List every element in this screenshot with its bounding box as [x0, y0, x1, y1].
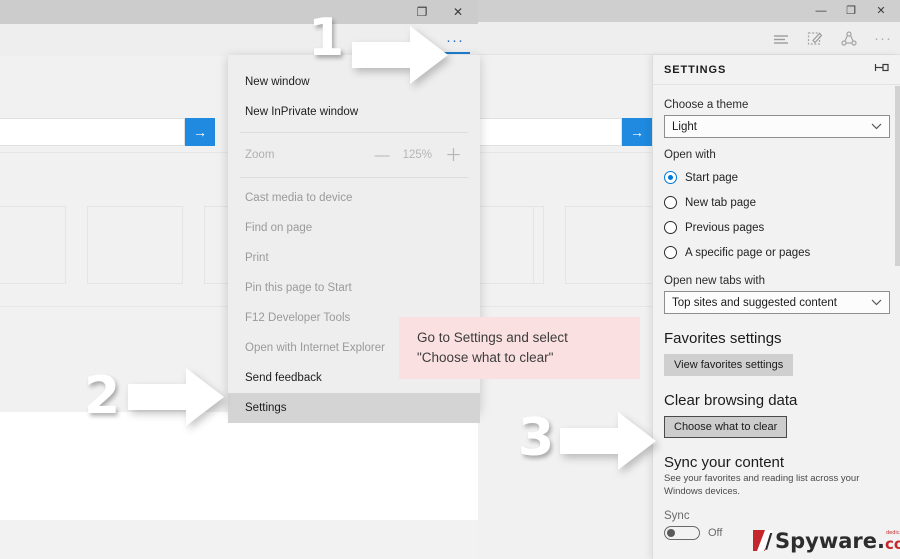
front-search-input[interactable]: [0, 118, 185, 146]
zoom-in-button[interactable]: ＋: [445, 147, 462, 164]
callout-line-1: Go to Settings and select: [417, 330, 568, 346]
sync-toggle-label: Sync: [664, 509, 690, 522]
radio-new-tab-page[interactable]: New tab page: [664, 190, 889, 215]
reading-view-icon[interactable]: [770, 28, 792, 50]
screenshot-root: — ❐ ✕ ··· → SETTINGS Choose a theme Ligh…: [0, 0, 900, 559]
menu-item-print[interactable]: Print: [228, 243, 480, 273]
radio-label: New tab page: [685, 196, 756, 209]
web-note-icon[interactable]: [804, 28, 826, 50]
step-arrow-3: [560, 410, 658, 472]
tile-placeholder[interactable]: [0, 206, 66, 284]
close-button[interactable]: ✕: [866, 0, 896, 22]
menu-separator: [240, 177, 468, 178]
back-window-controls: — ❐ ✕: [806, 0, 896, 22]
radio-label: Previous pages: [685, 221, 765, 234]
menu-separator: [240, 132, 468, 133]
restore-button[interactable]: ❐: [836, 0, 866, 22]
close-button[interactable]: ✕: [440, 0, 476, 24]
radio-indicator: [664, 196, 677, 209]
open-with-label: Open with: [664, 149, 716, 161]
more-icon[interactable]: ···: [872, 28, 894, 50]
step-marker-1: 1: [308, 8, 345, 68]
radio-indicator: [664, 221, 677, 234]
step-marker-3: 3: [518, 408, 555, 468]
svg-text:/: /: [765, 529, 773, 553]
zoom-controls: — 125% ＋: [375, 147, 462, 164]
menu-zoom-row: Zoom — 125% ＋: [228, 138, 480, 172]
back-search-go-button[interactable]: →: [622, 118, 652, 146]
radio-start-page[interactable]: Start page: [664, 165, 889, 190]
radio-label: Start page: [685, 171, 739, 184]
radio-indicator: [664, 246, 677, 259]
radio-specific-page[interactable]: A specific page or pages: [664, 240, 889, 265]
settings-panel-title: SETTINGS: [664, 63, 727, 76]
theme-select-value: Light: [672, 120, 697, 133]
choose-what-to-clear-button[interactable]: Choose what to clear: [664, 416, 788, 438]
menu-item-settings[interactable]: Settings: [228, 393, 480, 423]
step-marker-2: 2: [84, 366, 121, 426]
minimize-button[interactable]: —: [806, 0, 836, 22]
settings-scrollbar-thumb[interactable]: [895, 86, 900, 266]
back-toolbar-icon-group: ···: [770, 22, 894, 55]
share-icon[interactable]: [838, 28, 860, 50]
settings-header: SETTINGS: [653, 55, 900, 85]
zoom-label: Zoom: [245, 149, 275, 161]
tile-placeholder[interactable]: [565, 206, 661, 284]
front-search-row: →: [0, 118, 215, 146]
menu-item-new-inprivate-window[interactable]: New InPrivate window: [228, 97, 480, 127]
theme-select[interactable]: Light: [664, 115, 890, 138]
zoom-value: 125%: [402, 149, 432, 161]
watermark: / Spyware. dedicated com: [753, 522, 900, 553]
step-arrow-1: [352, 24, 450, 86]
radio-indicator: [664, 171, 677, 184]
back-window-titlebar: — ❐ ✕: [478, 0, 900, 22]
settings-scrollbar[interactable]: [895, 86, 900, 559]
front-page-white-area: [0, 412, 478, 520]
front-search-go-button[interactable]: →: [185, 118, 215, 146]
view-favorites-settings-button[interactable]: View favorites settings: [664, 354, 794, 376]
settings-panel: SETTINGS Choose a theme Light Open with …: [652, 55, 900, 559]
menu-item-cast-media[interactable]: Cast media to device: [228, 183, 480, 213]
back-window-toolbar: ···: [478, 22, 900, 55]
chevron-down-icon: [871, 297, 882, 309]
sync-your-content-heading: Sync your content: [664, 454, 785, 471]
settings-body: Choose a theme Light Open with Start pag…: [653, 85, 900, 559]
watermark-logo-icon: /: [753, 528, 775, 553]
watermark-tld: com: [885, 535, 900, 553]
front-window-controls: ❐ ✕: [404, 0, 476, 24]
sync-toggle-state: Off: [708, 526, 723, 539]
pin-icon[interactable]: [874, 60, 889, 80]
instruction-callout: Go to Settings and select "Choose what t…: [399, 317, 640, 379]
clear-browsing-data-heading: Clear browsing data: [664, 392, 798, 409]
new-tabs-select[interactable]: Top sites and suggested content: [664, 291, 890, 314]
new-tabs-label: Open new tabs with: [664, 275, 766, 287]
step-arrow-2: [128, 366, 226, 428]
menu-item-find-on-page[interactable]: Find on page: [228, 213, 480, 243]
radio-previous-pages[interactable]: Previous pages: [664, 215, 889, 240]
sync-description: See your favorites and reading list acro…: [664, 473, 860, 497]
watermark-tagline: dedicated: [886, 530, 900, 536]
chevron-down-icon: [871, 122, 882, 132]
favorites-settings-heading: Favorites settings: [664, 330, 782, 347]
callout-line-2: "Choose what to clear": [417, 350, 554, 365]
tile-placeholder[interactable]: [87, 206, 183, 284]
front-window-titlebar: ❐ ✕: [0, 0, 478, 24]
theme-label: Choose a theme: [664, 99, 749, 111]
radio-label: A specific page or pages: [685, 246, 811, 259]
watermark-brand: Spyware.: [775, 529, 885, 553]
restore-button[interactable]: ❐: [404, 0, 440, 24]
zoom-out-button[interactable]: —: [375, 148, 390, 163]
new-tabs-select-value: Top sites and suggested content: [672, 296, 837, 309]
menu-item-pin-to-start[interactable]: Pin this page to Start: [228, 273, 480, 303]
sync-toggle[interactable]: [664, 525, 700, 540]
